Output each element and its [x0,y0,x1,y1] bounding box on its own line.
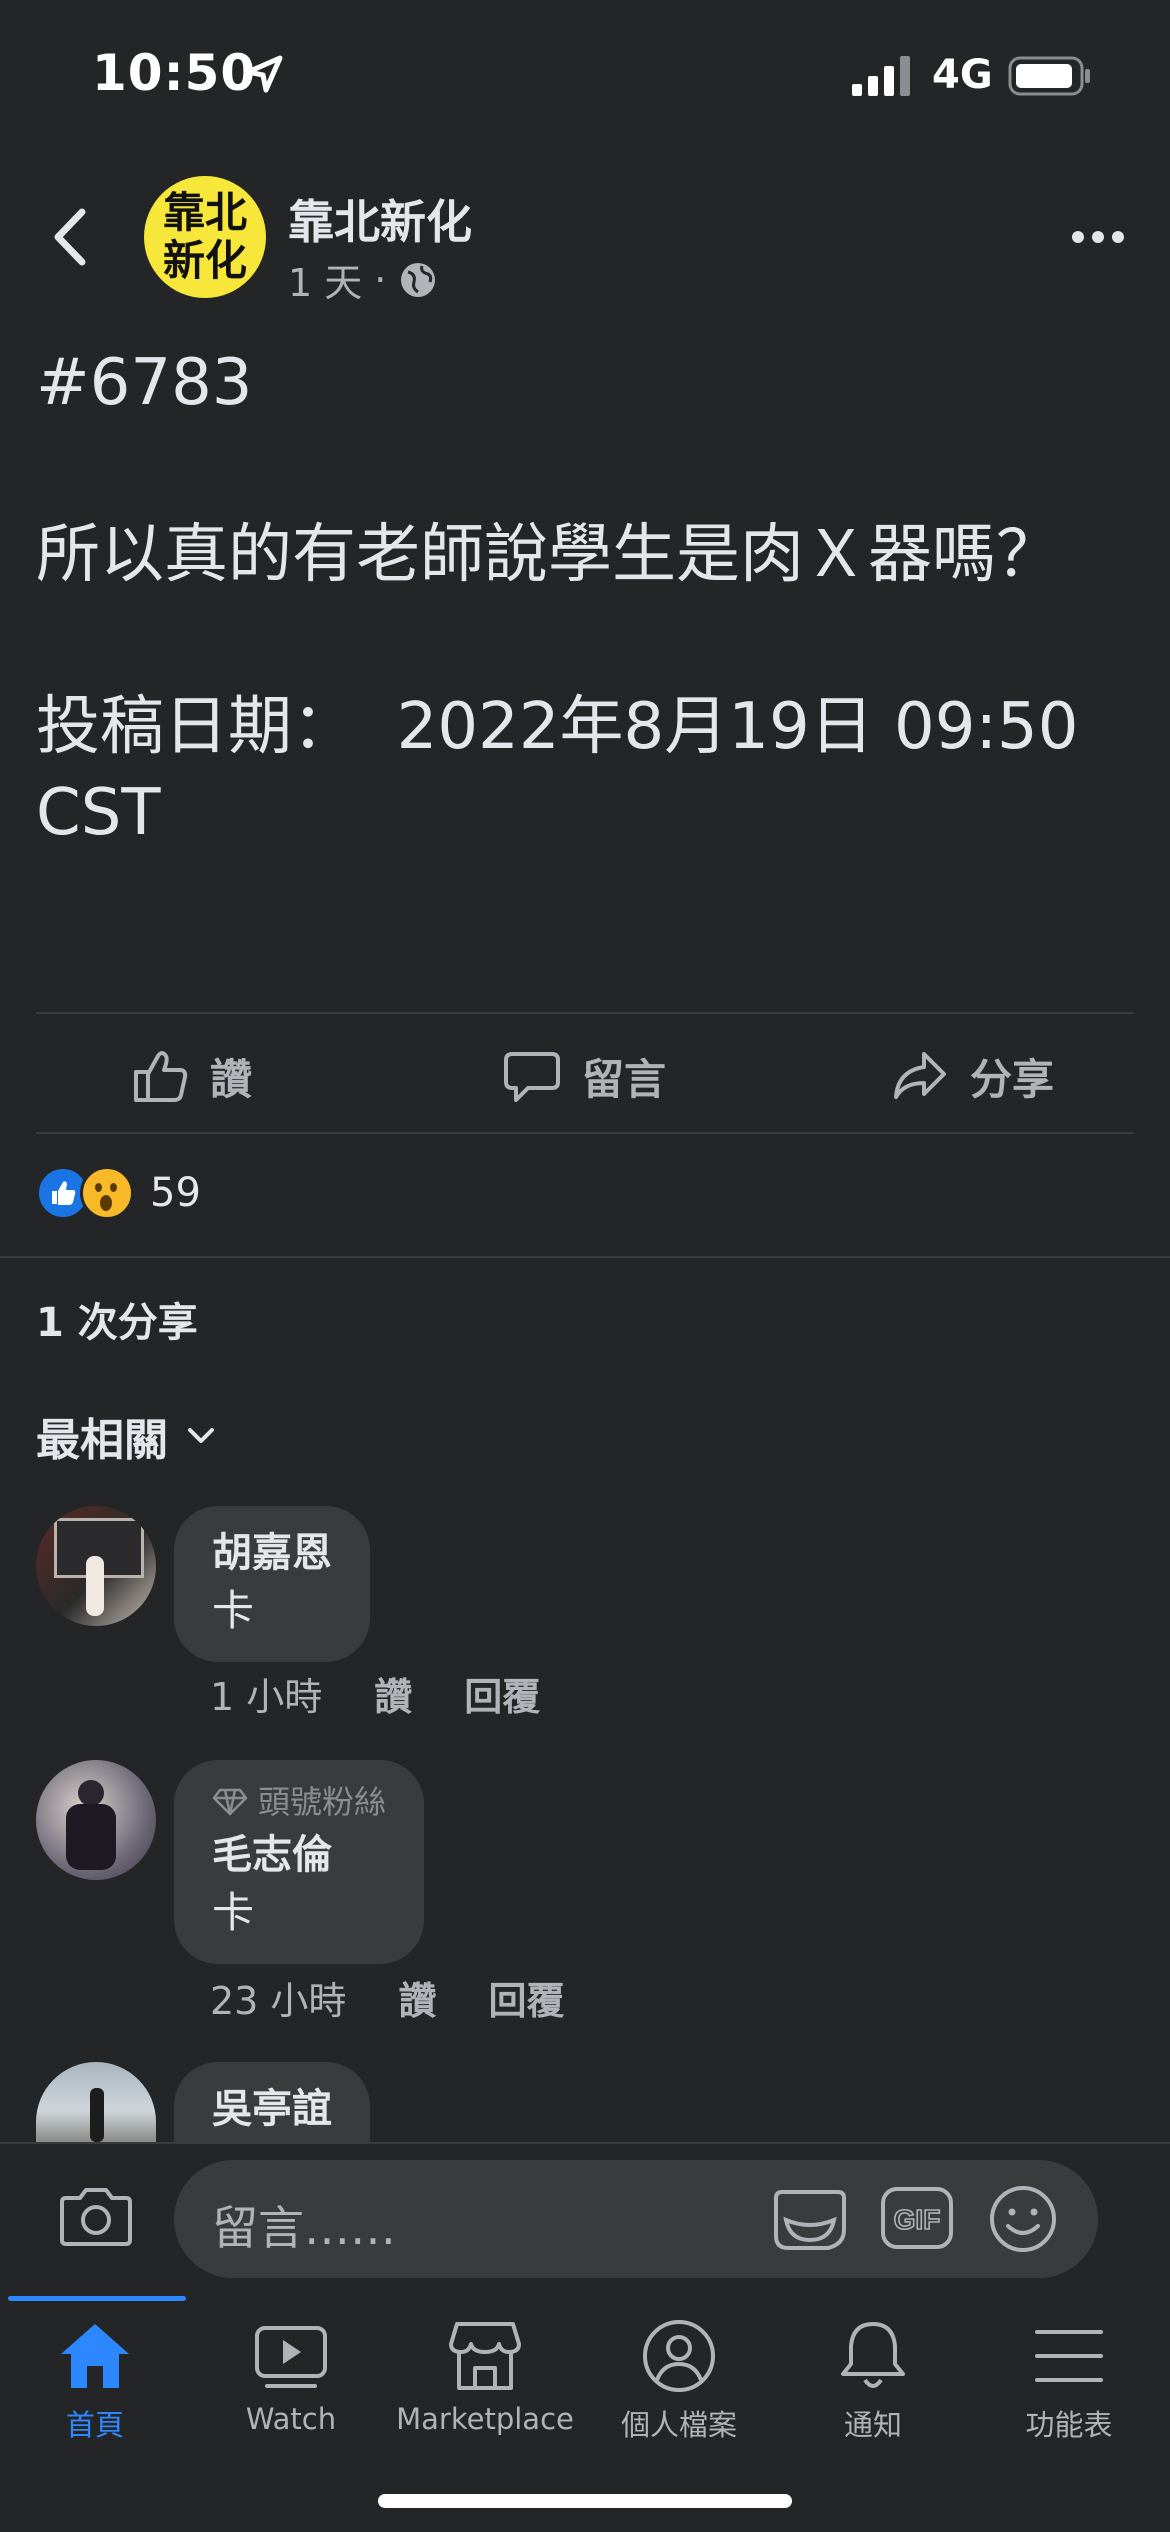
active-tab-indicator [8,2296,186,2301]
tab-marketplace[interactable]: Marketplace [390,2318,580,2436]
commenter-name[interactable]: 吳亭誼 [212,2080,332,2138]
bell-icon [841,2322,905,2388]
badge-label: 頭號粉絲 [258,1783,387,1821]
reaction-summary[interactable]: 59 [36,1166,201,1220]
post-body: #6783 所以真的有老師說學生是肉Ｘ器嗎？ 投稿日期： 2022年8月19日 … [36,346,1079,850]
camera-icon[interactable] [58,2184,134,2250]
gif-icon[interactable]: GIF [880,2186,954,2250]
watch-icon [255,2326,327,2388]
divider [36,1132,1134,1134]
svg-text:GIF: GIF [894,2204,941,2235]
comment-reply-button[interactable]: 回覆 [488,1970,564,2025]
comment-like-button[interactable]: 讚 [398,1970,436,2025]
comment-label: 留言 [582,1054,667,1104]
tab-home[interactable]: 首頁 [0,2318,190,2444]
page-avatar[interactable]: 靠北 新化 [144,176,266,298]
battery-icon [1008,56,1090,96]
comment-reply-button[interactable]: 回覆 [464,1666,540,1721]
comment-bubble[interactable]: 胡嘉恩 卡 [174,1506,370,1662]
comment-bubble[interactable]: 頭號粉絲 毛志倫 卡 [174,1760,425,1964]
comment-avatar[interactable] [36,1506,156,1626]
more-options-icon[interactable] [1070,228,1126,246]
chevron-down-icon [188,1428,214,1443]
comment-text: 卡 [212,1586,255,1635]
comment-sort[interactable]: 最相關 [36,1404,216,1468]
marketplace-icon [449,2322,521,2390]
comment-avatar[interactable] [36,2062,156,2142]
thumbs-up-icon [134,1051,188,1102]
back-icon[interactable] [48,206,92,268]
comment-time: 1 小時 [210,1675,323,1719]
menu-icon [1035,2330,1103,2382]
page-name[interactable]: 靠北新化 [288,186,472,252]
comment-input-placeholder: 留言…… [212,2201,396,2255]
comment-button[interactable]: 留言 [502,1040,666,1112]
top-fan-badge: 頭號粉絲 [212,1778,386,1826]
tab-label: 通知 [843,2408,902,2442]
post-meta: 1 天 · [288,252,438,307]
emoji-icon[interactable] [988,2184,1058,2254]
signal-icon [852,56,910,96]
tab-menu[interactable]: 功能表 [974,2318,1164,2444]
home-icon [61,2324,129,2388]
globe-icon [401,262,436,297]
comment-time: 23 小時 [210,1979,347,2023]
commenter-name[interactable]: 毛志倫 [212,1826,386,1884]
share-label: 分享 [970,1054,1055,1104]
like-label: 讚 [210,1054,253,1104]
comment-meta: 23 小時 讚 回覆 [210,1970,564,2025]
post-time[interactable]: 1 天 [288,252,362,307]
tab-label: Watch [245,2402,337,2436]
status-time: 10:50 [92,44,257,102]
meta-separator: · [374,257,387,302]
tab-watch[interactable]: Watch [196,2318,386,2436]
tab-label: 首頁 [65,2408,124,2442]
sticker-icon[interactable] [772,2184,848,2254]
network-type: 4G [932,52,993,98]
share-count[interactable]: 1 次分享 [36,1290,198,1348]
tab-notifications[interactable]: 通知 [778,2318,968,2444]
tab-label: 個人檔案 [620,2408,737,2442]
share-button[interactable]: 分享 [890,1040,1054,1112]
comment-bubble-icon [504,1052,560,1102]
section-divider [0,1256,1170,1258]
commenter-name[interactable]: 胡嘉恩 [212,1524,332,1582]
like-button[interactable]: 讚 [130,1040,252,1112]
divider [36,1012,1134,1014]
share-arrow-icon [894,1052,946,1099]
tab-label: 功能表 [1025,2408,1113,2442]
profile-icon [643,2320,715,2392]
comment-avatar[interactable] [36,1760,156,1880]
comment-meta: 1 小時 讚 回覆 [210,1666,540,1721]
reaction-count: 59 [150,1170,201,1216]
sort-label: 最相關 [36,1415,168,1466]
comment-bubble[interactable]: 吳亭誼 [174,2062,370,2142]
comment-like-button[interactable]: 讚 [374,1666,412,1721]
wow-reaction-icon [80,1166,134,1220]
home-indicator [378,2494,792,2508]
location-arrow-icon [245,55,283,93]
diamond-icon [212,1788,248,1816]
tab-label: Marketplace [396,2402,574,2436]
tab-profile[interactable]: 個人檔案 [584,2318,774,2444]
comment-text: 卡 [212,1888,255,1937]
